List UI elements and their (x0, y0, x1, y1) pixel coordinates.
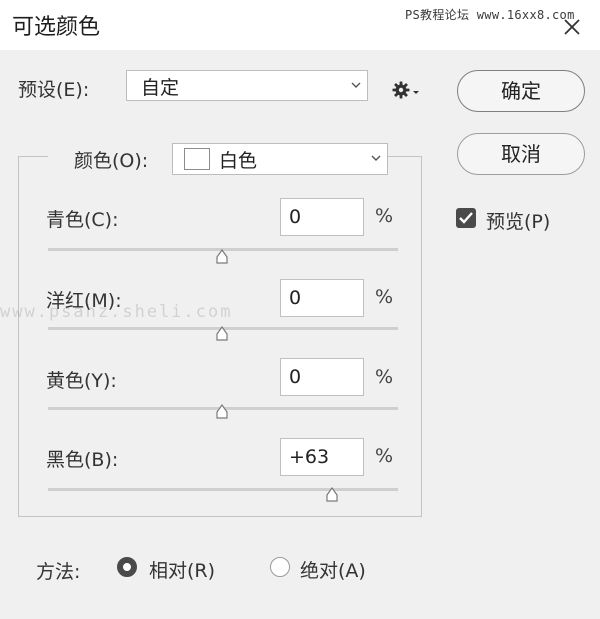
cyan-slider-thumb[interactable] (212, 249, 232, 265)
ok-button[interactable]: 确定 (457, 70, 585, 112)
yellow-label: 黄色(Y): (46, 370, 117, 392)
close-icon[interactable] (563, 18, 581, 36)
method-label: 方法: (36, 561, 81, 583)
color-swatch (184, 148, 210, 170)
preset-dropdown[interactable]: 自定 (126, 70, 368, 101)
watermark-text: PS教程论坛 www.16xx8.com (405, 8, 575, 22)
yellow-slider-thumb[interactable] (212, 404, 232, 420)
radio-absolute-label[interactable]: 绝对(A) (300, 556, 366, 583)
magenta-input[interactable]: 0 (280, 279, 364, 317)
cyan-label: 青色(C): (46, 209, 119, 231)
colors-dropdown[interactable]: 白色 (172, 143, 388, 175)
preset-value: 自定 (141, 77, 180, 99)
black-slider-thumb[interactable] (322, 487, 342, 503)
preview-checkbox[interactable] (456, 208, 476, 228)
chevron-down-icon (351, 82, 361, 88)
yellow-input[interactable]: 0 (280, 358, 364, 396)
colors-label: 颜色(O): (74, 150, 149, 172)
chevron-down-icon (371, 155, 381, 161)
cancel-button[interactable]: 取消 (457, 133, 585, 175)
radio-relative-label[interactable]: 相对(R) (149, 556, 215, 583)
colors-value: 白色 (219, 150, 258, 172)
preview-label: 预览(P) (486, 211, 551, 233)
magenta-percent-unit: % (375, 286, 394, 308)
radio-relative[interactable] (117, 557, 137, 577)
black-label: 黑色(B): (46, 449, 119, 471)
checkmark-icon (459, 212, 473, 224)
cyan-percent-unit: % (375, 205, 394, 227)
black-input[interactable]: +63 (280, 438, 364, 476)
yellow-percent-unit: % (375, 366, 394, 388)
radio-absolute[interactable] (270, 557, 290, 577)
black-percent-unit: % (375, 445, 394, 467)
magenta-slider-thumb[interactable] (212, 326, 232, 342)
dialog-title: 可选颜色 (12, 15, 101, 40)
preset-label: 预设(E): (18, 79, 90, 101)
watermark-overlay: www.psahz.sheli.com (0, 302, 233, 322)
title-bar: 可选颜色 PS教程论坛 www.16xx8.com (0, 0, 600, 50)
black-slider-track[interactable] (48, 488, 398, 491)
cyan-input[interactable]: 0 (280, 198, 364, 236)
gear-icon[interactable] (391, 80, 421, 100)
